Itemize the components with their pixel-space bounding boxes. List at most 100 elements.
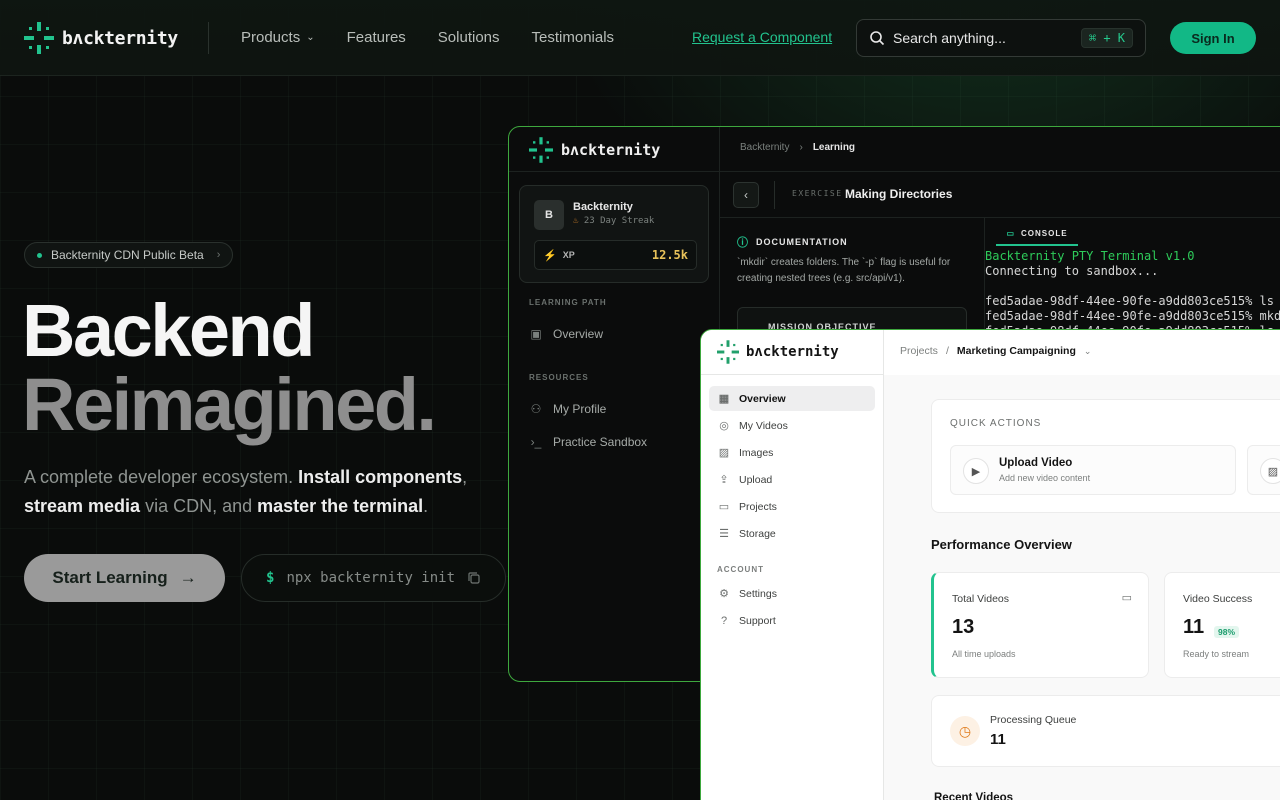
upload-icon: ⇪ [719, 474, 729, 486]
top-nav: bʌckternity Products ⌄ Features Solutions… [0, 0, 1280, 76]
recent-videos-heading: Recent Videos [934, 792, 1014, 800]
documentation-heading: ⓘ DOCUMENTATION [737, 234, 848, 250]
sidebar-item-projects[interactable]: ▭ Projects [709, 494, 875, 519]
brand-logo[interactable]: bʌckternity [24, 22, 178, 54]
terminal-output[interactable]: Backternity PTY Terminal v1.0 Connecting … [985, 249, 1280, 339]
nav-solutions[interactable]: Solutions [438, 29, 500, 46]
upload-video-action[interactable]: ▶ Upload Video Add new video content [950, 445, 1236, 495]
xp-box: ⚡ XP 12.5k [534, 240, 697, 270]
sidebar-item-profile[interactable]: ⚇ My Profile [529, 402, 607, 416]
logo-icon [24, 22, 54, 54]
image-action[interactable]: ▨ [1247, 445, 1280, 495]
terminal-icon: ›_ [530, 435, 542, 449]
flame-icon: ♨ [573, 216, 579, 226]
sidebar-item-storage[interactable]: ☰ Storage [709, 521, 875, 546]
nav-testimonials[interactable]: Testimonials [532, 29, 615, 46]
help-icon: ? [720, 614, 728, 627]
divider [701, 374, 883, 375]
headline-line-1: Backend [22, 289, 315, 372]
user-name: Backternity [573, 201, 633, 213]
exercise-label: EXERCISE [792, 189, 843, 198]
quick-actions-card: QUICK ACTIONS ▶ Upload Video Add new vid… [931, 399, 1280, 513]
divider [774, 181, 775, 209]
divider [509, 171, 1280, 172]
install-command[interactable]: $ npx backternity init [241, 554, 506, 602]
monitor-icon: ▭ [1006, 228, 1015, 238]
section-learning-path: LEARNING PATH [529, 298, 607, 307]
learning-sidebar: bʌckternity B Backternity ♨ 23 Day Strea… [509, 127, 720, 681]
quick-actions-label: QUICK ACTIONS [950, 418, 1042, 429]
chevron-down-icon[interactable]: ⌄ [1084, 346, 1092, 357]
nav-products[interactable]: Products ⌄ [241, 29, 315, 46]
dashboard-main: QUICK ACTIONS ▶ Upload Video Add new vid… [884, 375, 1280, 800]
nav-links: Products ⌄ Features Solutions Testimonial… [241, 29, 614, 46]
user-icon: ⚇ [530, 402, 542, 416]
section-account: ACCOUNT [717, 565, 764, 574]
search-box[interactable]: Search anything... ⌘ + K [856, 19, 1146, 57]
video-icon: ▶ [963, 458, 989, 484]
chevron-right-icon: › [799, 142, 803, 153]
sidebar-item-sandbox[interactable]: ›_ Practice Sandbox [529, 435, 647, 449]
breadcrumb: Backternity › Learning [740, 142, 856, 153]
stat-total-videos: Total Videos ▭ 13 All time uploads [931, 572, 1149, 678]
chevron-down-icon: ⌄ [306, 32, 315, 43]
logo-icon [717, 340, 739, 364]
sidebar-item-settings[interactable]: ⚙ Settings [709, 581, 875, 606]
start-learning-button[interactable]: Start Learning → [24, 554, 225, 602]
avatar: B [534, 200, 564, 230]
tab-console[interactable]: ▭ CONSOLE [996, 222, 1078, 246]
folder-icon: ▭ [718, 501, 730, 513]
bolt-icon: ⚡ [543, 249, 557, 262]
arrow-right-icon: → [179, 568, 197, 587]
play-circle-icon: ◎ [719, 420, 729, 432]
beta-badge-label: Backternity CDN Public Beta [51, 248, 204, 262]
nav-divider [208, 22, 209, 54]
sidebar-item-overview[interactable]: ▦ Overview [709, 386, 875, 411]
image-icon: ▨ [1260, 458, 1280, 484]
logo-icon [529, 137, 553, 163]
search-input[interactable]: Search anything... [893, 30, 1073, 46]
exercise-title: Making Directories [845, 187, 953, 201]
chevron-right-icon: › [216, 249, 221, 261]
request-component-link[interactable]: Request a Component [692, 29, 832, 45]
grid-icon: ▦ [718, 393, 730, 405]
processing-queue-card: ◷ Processing Queue 11 [931, 695, 1280, 767]
copy-icon[interactable] [467, 571, 481, 585]
search-icon [870, 31, 885, 46]
info-icon: ⓘ [737, 237, 749, 249]
video-icon: ▭ [1121, 592, 1132, 604]
sidebar-item-images[interactable]: ▨ Images [709, 440, 875, 465]
beta-badge[interactable]: Backternity CDN Public Beta › [24, 242, 234, 268]
start-learning-label: Start Learning [52, 568, 168, 587]
dashboard-app-preview: bʌckternity ▦ Overview ◎ My Videos ▨ Images… [700, 329, 1280, 800]
status-dot [37, 252, 42, 258]
sign-in-button[interactable]: Sign In [1170, 22, 1256, 54]
chevron-left-icon: ‹ [744, 188, 748, 202]
learning-logo: bʌckternity [529, 137, 660, 163]
dollar-icon: $ [266, 570, 275, 586]
layout-icon: ▣ [530, 327, 542, 341]
search-shortcut: ⌘ + K [1080, 28, 1133, 48]
stat-video-success: Video Success 11 98% Ready to stream [1164, 572, 1280, 678]
image-icon: ▨ [718, 447, 730, 459]
hero-subtitle: A complete developer ecosystem. Install … [24, 467, 468, 516]
dashboard-sidebar: bʌckternity ▦ Overview ◎ My Videos ▨ Images… [701, 330, 884, 800]
streak: ♨ 23 Day Streak [573, 216, 655, 226]
sidebar-item-upload[interactable]: ⇪ Upload [709, 467, 875, 492]
documentation-body: `mkdir` creates folders. The `-p` flag i… [737, 257, 951, 284]
nav-features[interactable]: Features [347, 29, 406, 46]
sidebar-item-overview[interactable]: ▣ Overview [529, 327, 603, 341]
dashboard-logo: bʌckternity [717, 340, 839, 364]
divider [720, 217, 1280, 218]
breadcrumb: Projects / Marketing Campaigning ⌄ [900, 345, 1092, 357]
success-percent-badge: 98% [1214, 626, 1240, 638]
database-icon: ☰ [719, 528, 729, 540]
sidebar-item-my-videos[interactable]: ◎ My Videos [709, 413, 875, 438]
performance-heading: Performance Overview [931, 537, 1072, 552]
install-command-text: npx backternity init [286, 570, 456, 586]
sidebar-item-support[interactable]: ? Support [709, 608, 875, 633]
headline-line-2: Reimagined. [22, 363, 437, 446]
gear-icon: ⚙ [719, 588, 729, 600]
user-card: B Backternity ♨ 23 Day Streak ⚡ XP 12.5k [519, 185, 709, 283]
back-button[interactable]: ‹ [733, 182, 759, 208]
